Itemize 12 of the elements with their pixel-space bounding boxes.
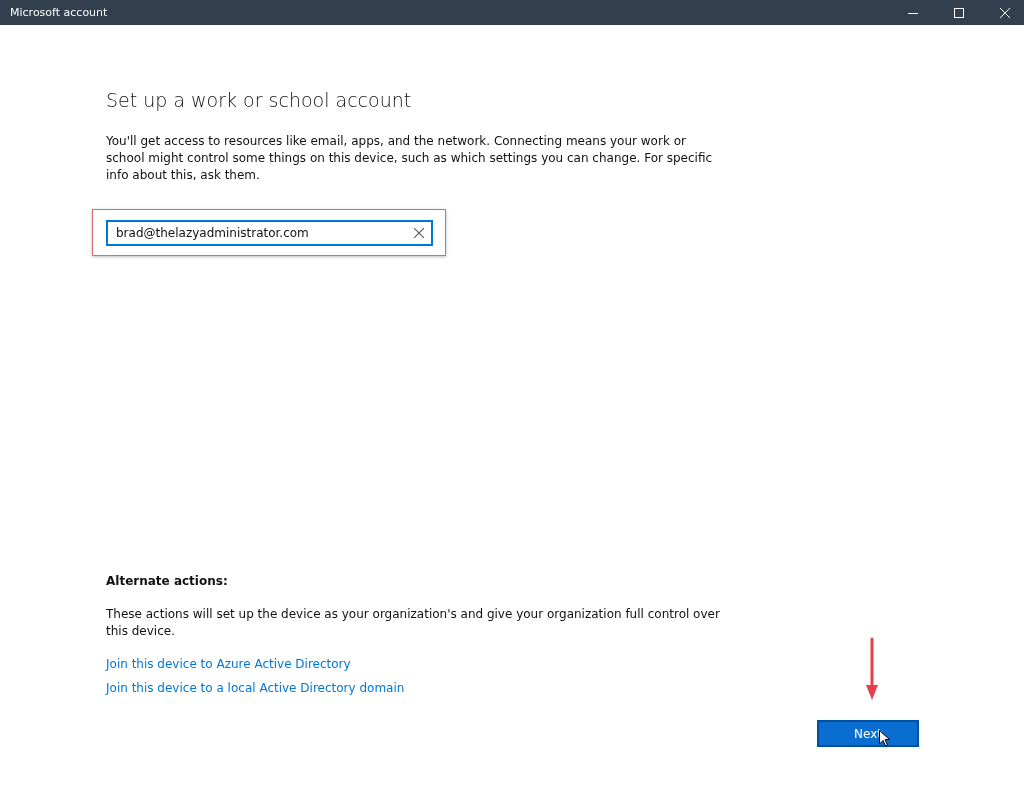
annotation-arrow (866, 637, 878, 701)
alternate-actions-heading: Alternate actions: (106, 574, 229, 588)
email-input-field[interactable]: brad@thelazyadministrator.com (106, 219, 433, 246)
alternate-actions-text: These actions will set up the device as your organization's and give your organization full control over this device. (106, 606, 721, 640)
clear-icon[interactable] (414, 227, 424, 238)
join-link[interactable]: Join this device to a local Active Directory domain (106, 680, 405, 696)
close-icon[interactable] (1000, 7, 1010, 18)
window-title: Microsoft account (10, 6, 108, 19)
description-text: You'll get access to resources like email, apps, and the network. Connecting means your work or school might control some things on this device, such as which settings you can change. For specific info about this, ask them. (106, 133, 714, 184)
maximize-icon[interactable] (954, 7, 964, 18)
page-heading: Set up a work or school account (106, 89, 413, 111)
join-link[interactable]: Join this device to Azure Active Directory (106, 656, 351, 672)
